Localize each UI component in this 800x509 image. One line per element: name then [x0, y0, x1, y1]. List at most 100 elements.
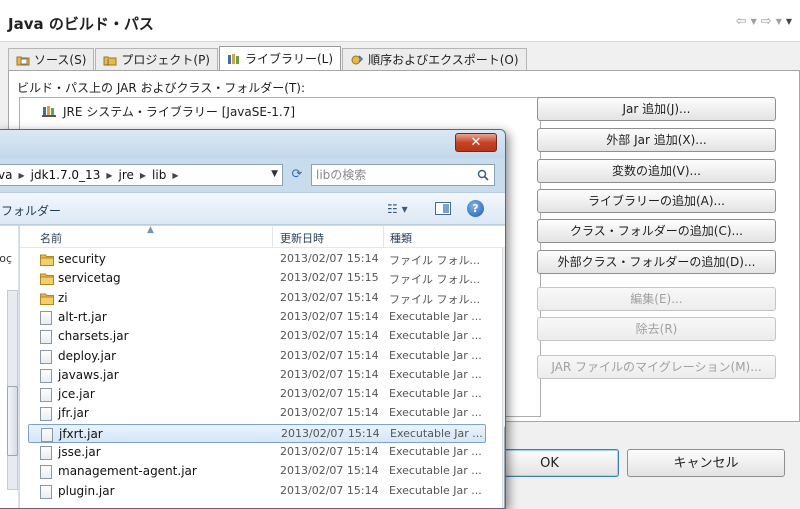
add-external-class-folder-button[interactable]: 外部クラス・フォルダーの追加(D)...: [537, 250, 776, 274]
breadcrumb-separator-icon[interactable]: ▶: [14, 171, 28, 180]
column-header-type[interactable]: 種類: [390, 230, 412, 246]
file-list[interactable]: 名前 ▲ 更新日時 種類 security 2013/02/07 15:14 ファイ…: [20, 225, 505, 508]
file-type: Executable Jar ...: [389, 406, 482, 420]
jar-file-icon: [40, 446, 52, 460]
dialog-caption: ✕: [0, 130, 505, 158]
breadcrumb-separator-icon[interactable]: ▶: [102, 171, 116, 180]
add-jars-button[interactable]: Jar 追加(J)...: [537, 97, 776, 121]
edit-button[interactable]: 編集(E)...: [537, 287, 776, 311]
add-variable-button[interactable]: 変数の追加(V)...: [537, 159, 776, 183]
tab-order-export[interactable]: 順序およびエクスポート(O): [342, 48, 527, 70]
add-class-folder-button[interactable]: クラス・フォルダーの追加(C)...: [537, 219, 776, 243]
file-type: ファイル フォル...: [389, 273, 480, 287]
file-type: Executable Jar ...: [389, 367, 482, 381]
file-date: 2013/02/07 15:14: [280, 367, 379, 381]
column-headers: 名前 ▲ 更新日時 種類: [20, 225, 505, 248]
file-date: 2013/02/07 15:14: [280, 290, 379, 304]
forward-arrow-icon[interactable]: ⇨: [761, 14, 772, 29]
jar-file-icon: [40, 484, 52, 499]
table-row[interactable]: jsse.jar 2013/02/07 15:14 Executable Jar .…: [28, 443, 486, 462]
cancel-button[interactable]: キャンセル: [627, 449, 785, 477]
file-date: 2013/02/07 15:14: [280, 406, 379, 420]
table-row[interactable]: management-agent.jar 2013/02/07 15:14 Exec…: [28, 462, 486, 481]
add-library-button[interactable]: ライブラリーの追加(A)...: [537, 189, 776, 213]
file-date: 2013/02/07 15:15: [280, 271, 379, 285]
breadcrumb-separator-icon[interactable]: ▶: [136, 171, 150, 180]
breadcrumb-item[interactable]: jre: [116, 168, 135, 182]
new-folder-button[interactable]: フォルダー: [1, 202, 61, 219]
remove-button[interactable]: 除去(R): [537, 317, 776, 341]
help-icon[interactable]: ?: [467, 200, 484, 217]
file-type: ファイル フォル...: [389, 292, 480, 306]
file-name: plugin.jar: [58, 483, 115, 498]
address-bar[interactable]: va ▶ jdk1.7.0_13 ▶ jre ▶ lib ▶ ▼: [0, 164, 283, 186]
library-icon: [227, 53, 241, 65]
jar-file-icon: [40, 388, 52, 403]
file-date: 2013/02/07 15:14: [280, 387, 379, 401]
column-header-date[interactable]: 更新日時: [280, 230, 324, 246]
tab-libraries[interactable]: ライブラリー(L): [219, 46, 342, 70]
nav-scroll-thumb[interactable]: [7, 386, 18, 456]
table-row[interactable]: servicetag 2013/02/07 15:15 ファイル フォル...: [28, 269, 486, 288]
list-item[interactable]: JRE システム・ライブラリー [JavaSE-1.7]: [42, 103, 295, 120]
source-folder-icon: [16, 54, 30, 66]
column-header-name[interactable]: 名前: [40, 230, 62, 246]
table-row[interactable]: javaws.jar 2013/02/07 15:14 Executable Jar…: [28, 366, 486, 385]
table-row[interactable]: jfxrt.jar 2013/02/07 15:14 Executable Jar …: [28, 423, 486, 443]
jar-file-icon: [40, 465, 52, 480]
preview-pane-icon[interactable]: [435, 202, 451, 215]
address-dropdown-icon[interactable]: ▼: [271, 169, 278, 179]
table-row[interactable]: jce.jar 2013/02/07 15:14 Executable Jar ..…: [28, 385, 486, 404]
forward-menu-chevron-icon[interactable]: ▼: [776, 17, 782, 29]
search-icon[interactable]: [477, 169, 489, 181]
table-row[interactable]: deploy.jar 2013/02/07 15:14 Executable Jar…: [28, 347, 486, 366]
back-menu-chevron-icon[interactable]: ▼: [751, 17, 757, 29]
file-type: Executable Jar ...: [389, 329, 482, 343]
add-external-jars-button[interactable]: 外部 Jar 追加(X)...: [537, 128, 776, 152]
file-date: 2013/02/07 15:14: [280, 445, 379, 458]
migrate-jar-button[interactable]: JAR ファイルのマイグレーション(M)...: [537, 355, 776, 379]
file-name: charsets.jar: [58, 329, 129, 344]
file-type: Executable Jar ...: [389, 348, 482, 362]
file-name: jce.jar: [58, 387, 95, 402]
navigation-item-label: roç: [0, 252, 13, 265]
file-name: jfxrt.jar: [59, 426, 103, 441]
tab-source[interactable]: ソース(S): [8, 48, 95, 70]
back-arrow-icon[interactable]: ⇦: [736, 14, 747, 29]
close-icon[interactable]: ✕: [455, 133, 497, 152]
jar-file-icon: [40, 310, 52, 325]
file-type: Executable Jar ...: [389, 387, 482, 401]
file-name: alt-rt.jar: [58, 309, 107, 324]
view-options-icon[interactable]: ☷ ▾: [387, 202, 408, 216]
navigation-pane[interactable]: roç: [0, 226, 19, 508]
folder-icon: [40, 272, 54, 286]
file-type: Executable Jar ...: [389, 445, 482, 458]
breadcrumb-item[interactable]: va: [0, 168, 14, 182]
breadcrumb-item[interactable]: lib: [150, 168, 168, 182]
tab-projects-label: プロジェクト(P): [121, 53, 210, 67]
search-box[interactable]: [311, 164, 495, 186]
view-menu-chevron-icon[interactable]: ▼: [786, 17, 792, 29]
jar-file-icon: [40, 330, 52, 345]
table-row[interactable]: jfr.jar 2013/02/07 15:14 Executable Jar ..…: [28, 404, 486, 423]
refresh-icon[interactable]: ⟳: [287, 165, 307, 185]
column-divider[interactable]: [272, 226, 273, 248]
search-input[interactable]: [312, 165, 462, 185]
table-row[interactable]: plugin.jar 2013/02/07 15:14 Executable Jar…: [28, 482, 486, 501]
page-title: Java のビルド・パス: [8, 15, 154, 33]
column-divider[interactable]: [383, 226, 384, 248]
file-name: management-agent.jar: [58, 464, 197, 479]
table-row[interactable]: alt-rt.jar 2013/02/07 15:14 Executable Jar…: [28, 308, 486, 327]
file-date: 2013/02/07 15:14: [281, 426, 380, 440]
breadcrumb-item[interactable]: jdk1.7.0_13: [29, 168, 103, 182]
table-row[interactable]: zi 2013/02/07 15:14 ファイル フォル...: [28, 289, 486, 308]
breadcrumb-separator-icon[interactable]: ▶: [168, 171, 182, 180]
vertical-scroll-thumb[interactable]: [504, 426, 505, 508]
table-row[interactable]: charsets.jar 2013/02/07 15:14 Executable J…: [28, 327, 486, 346]
file-type: Executable Jar ...: [389, 483, 482, 497]
file-name: security: [58, 252, 106, 266]
file-name: jfr.jar: [58, 406, 89, 421]
table-row[interactable]: security 2013/02/07 15:14 ファイル フォル...: [28, 250, 486, 269]
tab-projects[interactable]: J プロジェクト(P): [95, 48, 218, 70]
file-name: javaws.jar: [58, 367, 119, 382]
